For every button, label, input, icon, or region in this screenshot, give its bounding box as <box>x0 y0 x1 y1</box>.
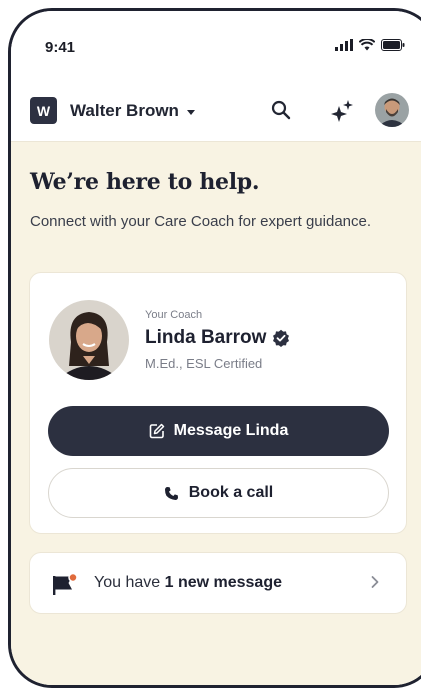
coach-eyebrow: Your Coach <box>145 309 203 321</box>
status-time: 9:41 <box>45 39 76 56</box>
signal-icon <box>335 39 353 51</box>
status-bar: 9:41 <box>11 11 421 81</box>
phone-icon <box>164 486 178 500</box>
new-message-count: 1 new message <box>164 574 282 591</box>
flag-icon <box>53 573 78 595</box>
workspace-badge[interactable]: W <box>30 97 57 124</box>
message-coach-label: Message Linda <box>173 422 289 439</box>
coach-card: Your Coach Linda Barrow M.Ed., ESL Certi… <box>29 272 407 534</box>
book-call-label: Book a call <box>188 484 274 501</box>
verified-badge-icon <box>273 329 290 347</box>
chevron-down-icon <box>186 109 195 115</box>
coach-portrait <box>49 300 129 380</box>
chevron-right-icon <box>371 576 379 588</box>
status-icons <box>335 39 405 51</box>
new-message-prefix: You have <box>94 574 165 591</box>
avatar-photo <box>375 93 409 127</box>
sparkle-icon[interactable] <box>329 98 355 124</box>
coach-name-row: Linda Barrow <box>145 327 290 349</box>
new-message-notice[interactable]: You have 1 new message <box>29 552 407 614</box>
app-header: W Walter Brown <box>11 83 421 142</box>
battery-icon <box>381 39 405 51</box>
edit-message-icon <box>149 423 164 439</box>
page-subtitle: Connect with your Care Coach for expert … <box>30 213 372 230</box>
coach-photo <box>49 300 129 380</box>
new-message-text: You have 1 new message <box>94 574 282 592</box>
main-content: We’re here to help. Connect with your Ca… <box>11 142 421 685</box>
message-coach-button[interactable]: Message Linda <box>48 406 389 456</box>
coach-name: Linda Barrow <box>145 327 267 348</box>
search-icon[interactable] <box>271 100 291 120</box>
workspace-switcher[interactable]: Walter Brown <box>70 101 195 121</box>
workspace-name: Walter Brown <box>70 101 179 120</box>
coach-credentials: M.Ed., ESL Certified <box>145 356 263 371</box>
phone-frame: 9:41 W Walter Brown We’re here to help. … <box>8 8 421 688</box>
book-call-button[interactable]: Book a call <box>48 468 389 518</box>
user-avatar[interactable] <box>375 93 409 127</box>
page-title: We’re here to help. <box>30 169 260 195</box>
wifi-icon <box>359 39 375 51</box>
